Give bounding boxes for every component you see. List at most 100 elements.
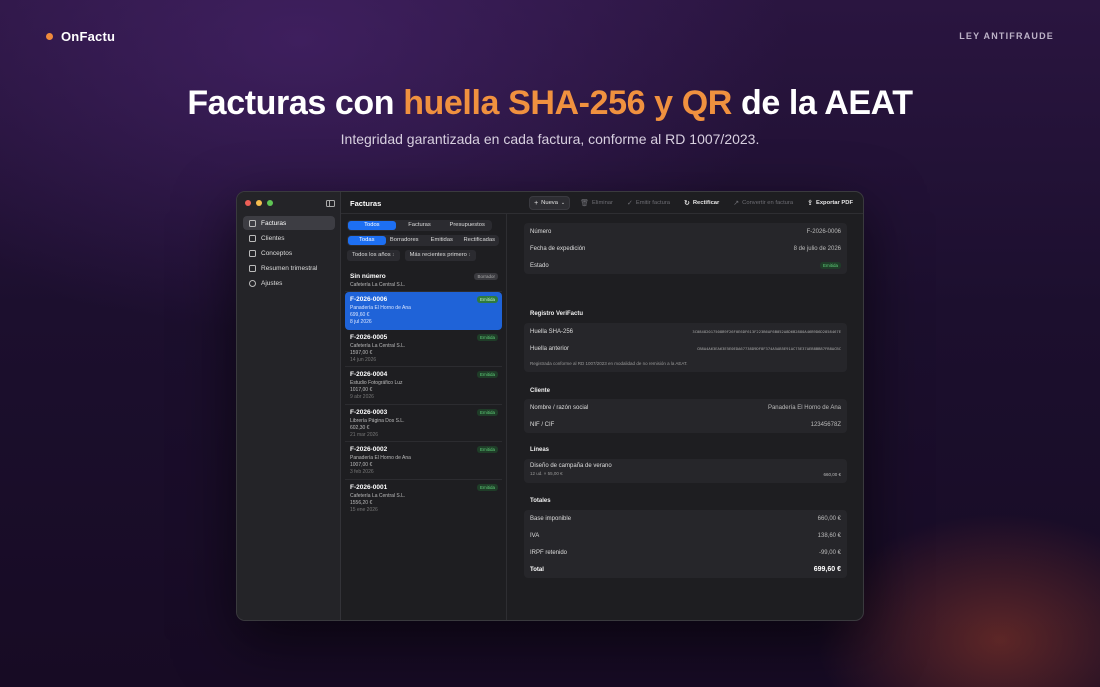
convert-button-label: Convertir en factura [742,200,794,206]
emit-button-label: Emitir factura [635,200,670,206]
invoice-summary-group: Número F-2026-0006 Fecha de expedición 8… [524,223,847,274]
nav-link-ley-antifraude[interactable]: LEY ANTIFRAUDE [959,31,1054,41]
line-quantity: 12 ud. × 55,00 € [530,471,563,476]
export-pdf-button-label: Exportar PDF [815,200,853,206]
line-description: Diseño de campaña de verano [530,463,612,469]
document-icon [249,219,256,227]
minimize-window-icon[interactable] [256,200,262,206]
nif-value: 12345678Z [810,421,841,428]
rectify-button-label: Rectificar [692,200,720,206]
state-segmented-control: Todas Borradores Emitidas Rectificadas [347,235,499,246]
tab-emitidas[interactable]: Emitidas [423,236,461,245]
convert-button[interactable]: ↗ Convertir en factura [729,196,797,210]
window-controls [245,200,273,206]
status-badge: Borrador [474,273,498,280]
list-item[interactable]: F-2026-0003 Librería Página Dos S.L. 602… [345,405,502,442]
totales-section-title: Totales [530,498,551,504]
nombre-row: Nombre / razón social Panadería El Horno… [524,399,847,416]
list-item[interactable]: F-2026-0004 Estudio Fotográfico Luz 1017… [345,367,502,405]
iva-value: 138,60 € [817,532,841,539]
invoice-number: F-2026-0002 [350,446,388,453]
list-item[interactable]: F-2026-0001 Cafetería La Central S.L. 15… [345,480,502,518]
list-filters: Todos los años Más recientes primero [347,250,476,261]
verifactu-note: Registrada conforme al RD 1007/2023 en m… [530,361,688,366]
brand[interactable]: OnFactu [46,29,115,44]
total-value: 699,60 € [813,566,841,573]
year-filter-select[interactable]: Todos los años [347,250,400,261]
sort-filter-select[interactable]: Más recientes primero [404,250,476,261]
list-item[interactable]: F-2026-0005 Cafetería La Central S.L. 15… [345,330,502,367]
status-badge: Emitida [476,296,498,303]
new-button[interactable]: + Nueva ⌄ [529,196,571,210]
emit-button[interactable]: ✓ Emitir factura [623,196,674,210]
sidebar-item-ajustes[interactable]: Ajustes [243,276,335,290]
estado-row: Estado Emitida [524,257,847,274]
tab-borradores[interactable]: Borradores [386,236,424,245]
invoice-client: Cafetería La Central S.L. [350,282,406,288]
status-badge: Emitida [476,446,498,453]
hero-title-post: de la AEAT [740,84,913,122]
hero-title: Facturas con huella SHA-256 y QR de la A… [0,84,1100,123]
list-item[interactable]: F-2026-0002 Panadería El Horno de Ana 10… [345,442,502,480]
huella-anterior-row: Huella anterior CB8A4A63EA63E5E0EDA67738… [524,340,847,357]
irpf-value: -99,00 € [818,549,841,556]
invoice-amount: 699,60 € [350,312,370,318]
chart-icon [249,264,256,272]
convert-icon: ↗ [733,200,740,207]
new-button-label: Nueva [541,200,558,206]
tab-todas[interactable]: Todas [348,236,386,245]
toolbar-title: Facturas [350,199,382,208]
chevron-down-icon: ⌄ [560,200,566,206]
sidebar: Facturas Clientes Conceptos Resumen trim… [237,192,341,620]
sidebar-item-conceptos[interactable]: Conceptos [243,246,335,260]
invoice-number: F-2026-0003 [350,408,388,416]
delete-button[interactable]: 🗑 Eliminar [576,196,617,210]
type-segmented-control: Todos Facturas Presupuestos [347,220,492,231]
iva-label: IVA [530,532,540,539]
huella-value: 3C08482017508B9F26F0E6DF613F223B6AF6B052… [692,329,841,334]
estado-label: Estado [530,262,549,269]
list-item[interactable]: Sin número Cafetería La Central S.L. Bor… [345,269,502,292]
base-value: 660,00 € [817,515,841,522]
line-amount: 660,00 € [823,472,841,477]
hero-title-pre: Facturas con [187,84,395,122]
sidebar-item-facturas[interactable]: Facturas [243,216,335,230]
rectify-button[interactable]: ↻ Rectificar [680,196,723,210]
people-icon [249,234,256,242]
tab-presupuestos[interactable]: Presupuestos [443,221,491,230]
invoice-client: Cafetería La Central S.L. [350,342,406,349]
tab-rectificadas[interactable]: Rectificadas [461,236,499,245]
sidebar-item-resumen-trimestral[interactable]: Resumen trimestral [243,261,335,275]
zoom-window-icon[interactable] [267,200,273,206]
sidebar-item-clientes[interactable]: Clientes [243,231,335,245]
totales-group: Base imponible 660,00 € IVA 138,60 € IRP… [524,510,847,578]
invoice-client: Estudio Fotográfico Luz [350,380,403,386]
brand-dot-icon [46,33,53,40]
irpf-label: IRPF retenido [530,549,568,556]
invoice-date: 9 abr 2026 [350,394,374,400]
list-item[interactable]: F-2026-0006 Panadería El Horno de Ana 69… [345,292,502,330]
sidebar-item-label: Ajustes [261,279,283,287]
verifactu-section-title: Registro VeriFactu [530,311,584,317]
numero-value: F-2026-0006 [806,228,841,235]
status-badge: Emitida [476,483,498,491]
invoice-date: 14 jun 2026 [350,356,377,363]
sidebar-item-label: Facturas [261,219,287,227]
base-label: Base imponible [530,515,572,522]
delete-button-label: Eliminar [592,200,613,206]
invoice-list-pane: Todos Facturas Presupuestos Todas Borrad… [341,214,507,620]
sidebar-toggle-icon[interactable] [326,200,335,207]
export-pdf-button[interactable]: ⇪ Exportar PDF [803,196,857,210]
close-window-icon[interactable] [245,200,251,206]
invoice-client: Panadería El Horno de Ana [350,455,411,461]
tab-todos[interactable]: Todos [348,221,396,230]
total-row: Total 699,60 € [524,561,847,578]
tab-facturas[interactable]: Facturas [396,221,444,230]
invoice-number: F-2026-0005 [350,333,388,341]
sidebar-item-label: Clientes [261,234,285,242]
invoice-number: F-2026-0006 [350,296,388,303]
list-icon [249,249,256,257]
invoice-date: 8 jul 2026 [350,319,372,325]
brand-name: OnFactu [61,29,116,44]
invoice-amount: 1007,00 € [350,462,373,468]
